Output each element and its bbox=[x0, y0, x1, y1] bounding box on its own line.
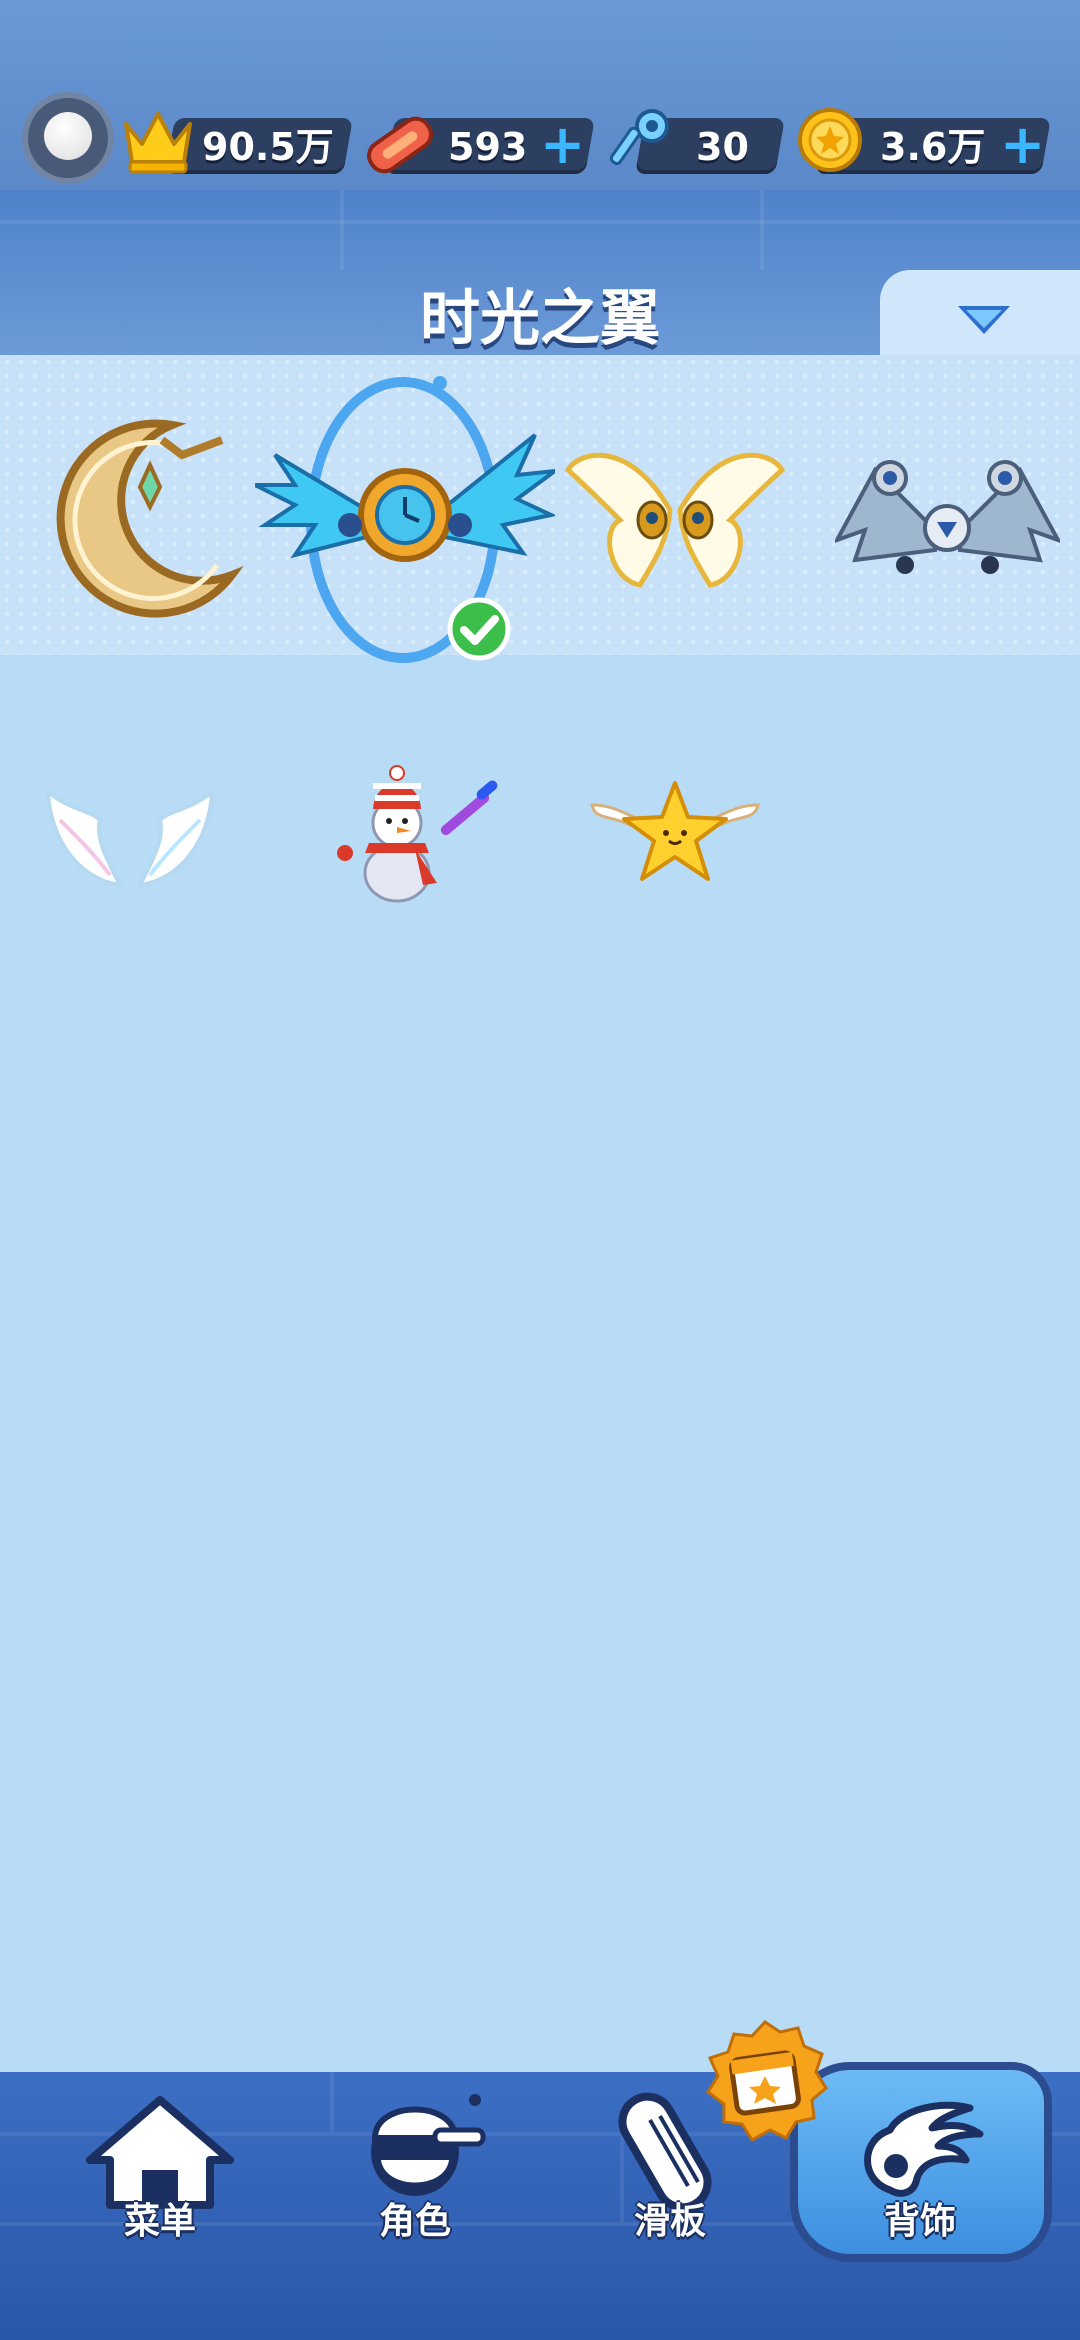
mech-wings-icon bbox=[835, 460, 1060, 574]
nav-menu[interactable] bbox=[60, 2090, 260, 2290]
golden-butterfly-wings-icon bbox=[564, 452, 786, 588]
add-coins-button[interactable]: + bbox=[1000, 116, 1045, 174]
white-angel-wings-icon bbox=[45, 787, 215, 888]
item-slot-time-gear[interactable] bbox=[255, 375, 555, 665]
coin-icon bbox=[798, 108, 862, 172]
nav-backpack-label: 背饰 bbox=[883, 2201, 956, 2242]
add-tickets-button[interactable]: + bbox=[540, 116, 585, 174]
item-slot-golden-butterfly[interactable] bbox=[560, 430, 790, 610]
item-slot-angel-wings[interactable] bbox=[40, 780, 220, 900]
equipped-check-icon bbox=[447, 597, 511, 661]
snowman-icon bbox=[337, 765, 498, 903]
trophy-value: 90.5万 bbox=[202, 125, 334, 169]
item-slot-winged-star[interactable] bbox=[590, 775, 760, 895]
category-dropdown[interactable] bbox=[880, 270, 1080, 360]
nav-skateboard-label: 滑板 bbox=[633, 2201, 706, 2242]
key-value: 30 bbox=[696, 125, 749, 169]
settings-icon bbox=[44, 112, 92, 160]
event-calendar-button[interactable] bbox=[700, 2018, 830, 2148]
crown-icon bbox=[124, 112, 192, 174]
ticket-value: 593 bbox=[448, 125, 528, 169]
nav-character[interactable] bbox=[315, 2090, 515, 2290]
item-slot-golden-moon[interactable] bbox=[12, 395, 262, 645]
skateboard-ticket-icon bbox=[367, 116, 433, 174]
nav-menu-label: 菜单 bbox=[123, 2201, 196, 2242]
settings-button[interactable] bbox=[22, 92, 114, 184]
nav-backpack[interactable] bbox=[820, 2090, 1020, 2290]
item-slot-snowman[interactable] bbox=[325, 765, 525, 905]
item-slot-mech-wings[interactable] bbox=[835, 450, 1060, 590]
nav-character-label: 角色 bbox=[378, 2201, 451, 2242]
golden-moon-wings-icon bbox=[56, 419, 244, 618]
key-icon bbox=[610, 109, 669, 166]
coin-value: 3.6万 bbox=[880, 125, 986, 169]
winged-star-icon bbox=[590, 781, 760, 881]
